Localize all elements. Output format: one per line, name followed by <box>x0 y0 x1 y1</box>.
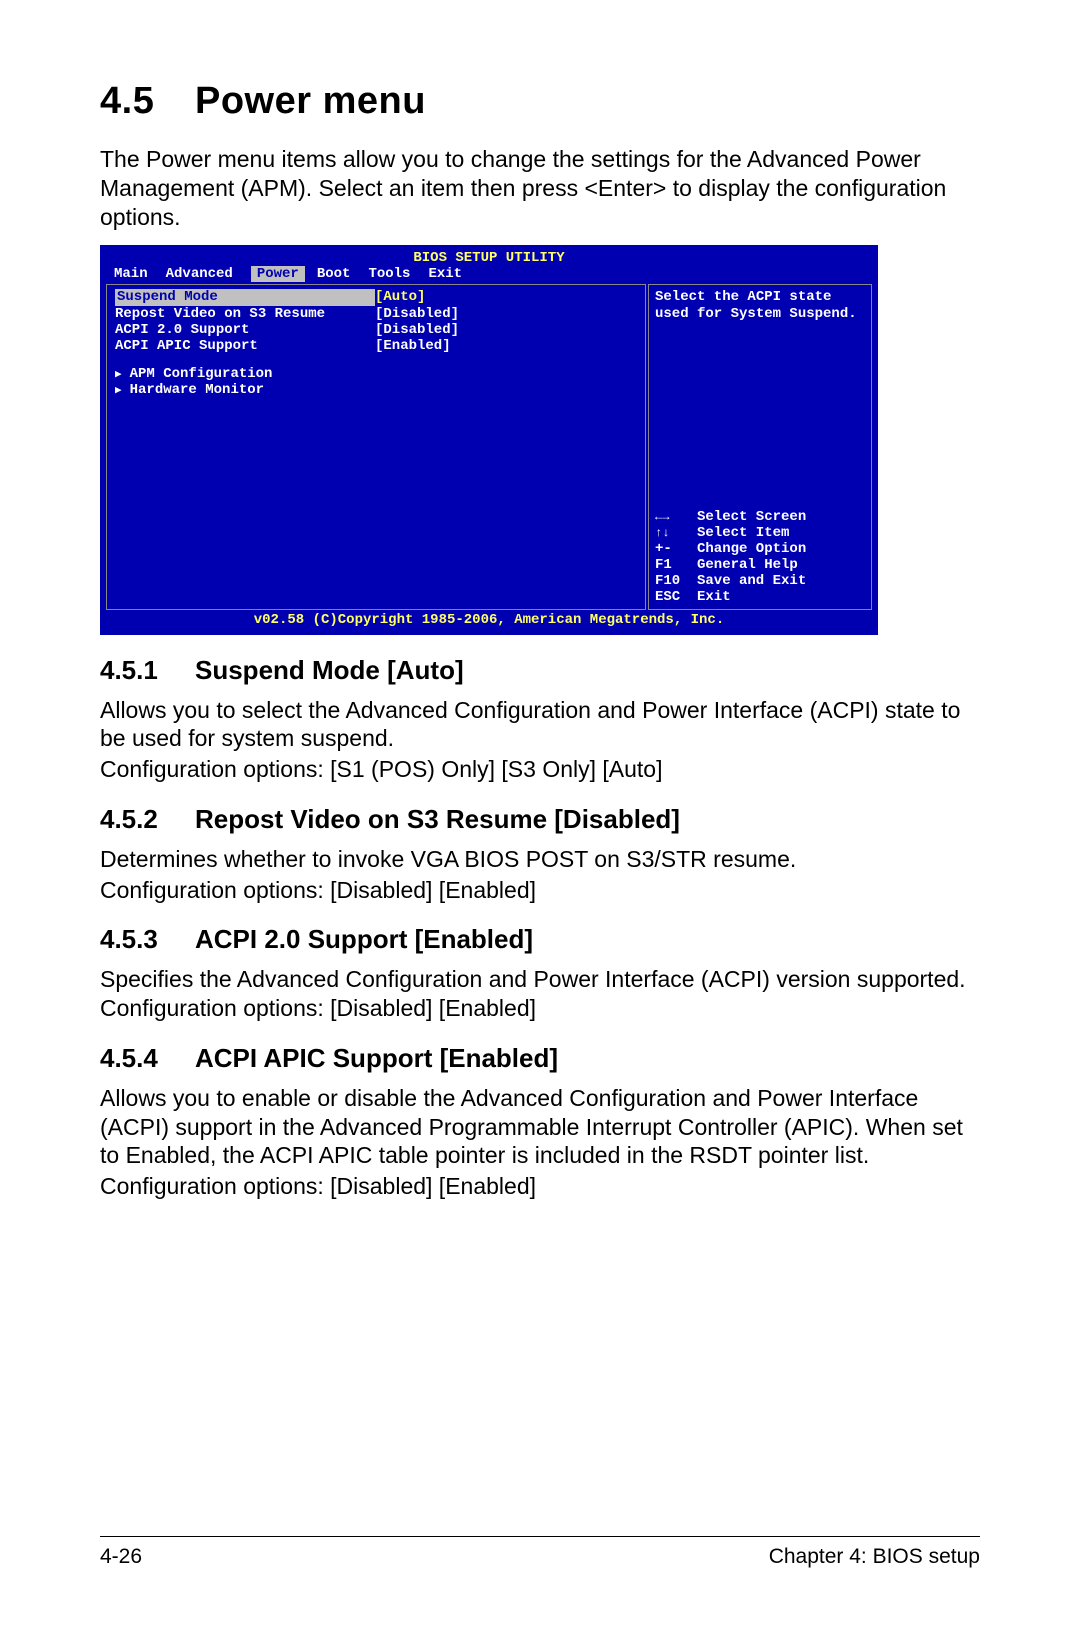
key-label: F1 <box>655 557 697 573</box>
section-title: Power menu <box>195 80 426 122</box>
section-heading: 4.5Power menu <box>100 80 980 123</box>
subsection-number: 4.5.2 <box>100 804 195 835</box>
bios-title: BIOS SETUP UTILITY <box>104 249 874 266</box>
bios-tab-main[interactable]: Main <box>114 266 166 282</box>
bios-screenshot: BIOS SETUP UTILITY Main Advanced Power B… <box>100 245 878 634</box>
section-intro: The Power menu items allow you to change… <box>100 145 980 231</box>
bios-item-acpi-20[interactable]: ACPI 2.0 Support [Disabled] <box>115 322 637 338</box>
bios-item-value: [Disabled] <box>375 306 459 322</box>
bios-tabs: Main Advanced Power Boot Tools Exit <box>104 266 874 284</box>
subsection-body: Allows you to enable or disable the Adva… <box>100 1084 980 1170</box>
bios-submenus: APM Configuration Hardware Monitor <box>115 366 637 398</box>
key-row: F1General Help <box>655 557 865 573</box>
bios-item-value: [Disabled] <box>375 322 459 338</box>
bios-item-value: [Auto] <box>375 289 425 305</box>
subsection-heading: 4.5.2Repost Video on S3 Resume [Disabled… <box>100 804 980 835</box>
key-row: Select Item <box>655 525 865 541</box>
subsection-body: Determines whether to invoke VGA BIOS PO… <box>100 845 980 874</box>
arrow-lr-icon <box>655 509 697 525</box>
subsection-body: Configuration options: [Disabled] [Enabl… <box>100 1172 980 1201</box>
bios-help-keys: Select Screen Select Item +-Change Optio… <box>655 509 865 606</box>
bios-tab-tools[interactable]: Tools <box>368 266 428 282</box>
bios-item-label: Repost Video on S3 Resume <box>115 306 375 322</box>
subsection-body: Configuration options: [Disabled] [Enabl… <box>100 876 980 905</box>
bios-body: Suspend Mode [Auto] Repost Video on S3 R… <box>104 284 874 612</box>
key-label: ESC <box>655 589 697 605</box>
key-row: ESCExit <box>655 589 865 605</box>
bios-tab-boot[interactable]: Boot <box>317 266 369 282</box>
bios-footer: v02.58 (C)Copyright 1985-2006, American … <box>104 612 874 630</box>
arrow-ud-icon <box>655 525 697 541</box>
subsection-heading: 4.5.4ACPI APIC Support [Enabled] <box>100 1043 980 1074</box>
subsection-body: Configuration options: [S1 (POS) Only] [… <box>100 755 980 784</box>
key-row: +-Change Option <box>655 541 865 557</box>
bios-item-label: Suspend Mode <box>115 289 375 305</box>
key-label: F10 <box>655 573 697 589</box>
subsection-title: Suspend Mode [Auto] <box>195 655 464 685</box>
bios-item-value: [Enabled] <box>375 338 451 354</box>
bios-submenu-apm[interactable]: APM Configuration <box>115 366 637 382</box>
subsection-heading: 4.5.3ACPI 2.0 Support [Enabled] <box>100 924 980 955</box>
bios-item-label: ACPI APIC Support <box>115 338 375 354</box>
subsection-title: Repost Video on S3 Resume [Disabled] <box>195 804 680 834</box>
bios-tab-exit[interactable]: Exit <box>428 266 480 282</box>
bios-item-repost-video[interactable]: Repost Video on S3 Resume [Disabled] <box>115 306 637 322</box>
bios-left-pane: Suspend Mode [Auto] Repost Video on S3 R… <box>106 284 646 610</box>
bios-tab-advanced[interactable]: Advanced <box>166 266 251 282</box>
bios-item-label: ACPI 2.0 Support <box>115 322 375 338</box>
bios-right-pane: Select the ACPI state used for System Su… <box>648 284 872 610</box>
key-label: +- <box>655 541 697 557</box>
chapter-label: Chapter 4: BIOS setup <box>769 1545 980 1569</box>
subsection-title: ACPI 2.0 Support [Enabled] <box>195 924 533 954</box>
page-footer: 4-26 Chapter 4: BIOS setup <box>100 1536 980 1569</box>
bios-submenu-hwmonitor[interactable]: Hardware Monitor <box>115 382 637 398</box>
subsection-number: 4.5.1 <box>100 655 195 686</box>
document-page: 4.5Power menu The Power menu items allow… <box>0 0 1080 1627</box>
bios-item-suspend-mode[interactable]: Suspend Mode [Auto] <box>115 289 637 305</box>
key-row: Select Screen <box>655 509 865 525</box>
section-number: 4.5 <box>100 80 195 123</box>
key-row: F10Save and Exit <box>655 573 865 589</box>
bios-item-acpi-apic[interactable]: ACPI APIC Support [Enabled] <box>115 338 637 354</box>
subsection-heading: 4.5.1Suspend Mode [Auto] <box>100 655 980 686</box>
bios-tab-power[interactable]: Power <box>251 266 305 282</box>
page-number: 4-26 <box>100 1545 142 1569</box>
bios-help-text: Select the ACPI state used for System Su… <box>655 289 865 321</box>
subsection-number: 4.5.3 <box>100 924 195 955</box>
subsection-number: 4.5.4 <box>100 1043 195 1074</box>
subsection-body: Specifies the Advanced Configuration and… <box>100 965 980 1023</box>
subsection-body: Allows you to select the Advanced Config… <box>100 696 980 754</box>
subsection-title: ACPI APIC Support [Enabled] <box>195 1043 558 1073</box>
